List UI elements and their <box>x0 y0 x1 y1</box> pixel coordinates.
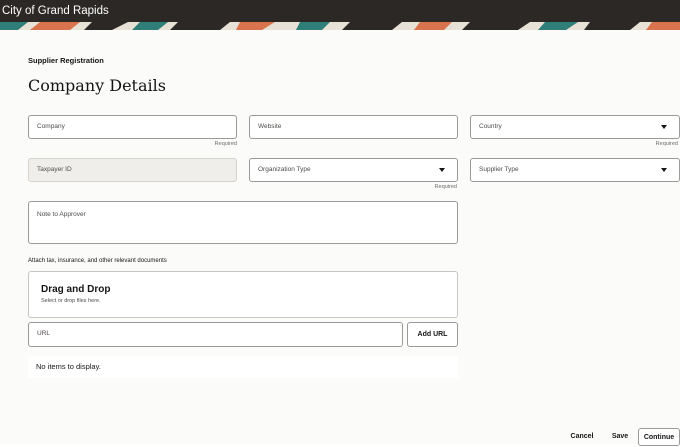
app-header: City of Grand Rapids <box>0 0 680 22</box>
website-label: Website <box>258 123 282 130</box>
url-placeholder: URL <box>37 330 51 337</box>
chevron-down-icon <box>661 125 667 129</box>
country-select[interactable]: Country <box>470 115 680 139</box>
taxpayer-id-field: Taxpayer ID <box>28 158 237 182</box>
country-required-hint: Required <box>655 141 678 147</box>
cancel-button[interactable]: Cancel <box>566 428 598 446</box>
organization-type-label: Organization Type <box>258 166 311 173</box>
company-field[interactable]: Company <box>28 115 237 139</box>
chevron-down-icon <box>661 168 667 172</box>
website-field[interactable]: Website <box>249 115 458 139</box>
main-content: Supplier Registration Company Details Co… <box>0 30 680 446</box>
company-label: Company <box>37 123 65 130</box>
app-title: City of Grand Rapids <box>2 5 109 17</box>
attachments-empty-state: No items to display. <box>28 356 458 378</box>
chevron-down-icon <box>439 168 445 172</box>
page-kicker: Supplier Registration <box>28 56 104 65</box>
add-url-button[interactable]: Add URL <box>407 322 458 347</box>
file-dropzone[interactable]: Drag and Drop Select or drop files here. <box>28 271 458 318</box>
note-to-approver-textarea[interactable]: Note to Approver <box>28 201 458 244</box>
save-button[interactable]: Save <box>608 428 632 446</box>
taxpayer-id-label: Taxpayer ID <box>37 166 72 173</box>
company-required-hint: Required <box>214 141 237 147</box>
continue-button[interactable]: Continue <box>638 428 680 446</box>
supplier-type-select[interactable]: Supplier Type <box>470 158 680 182</box>
dropzone-subtitle: Select or drop files here. <box>41 298 101 304</box>
supplier-type-label: Supplier Type <box>479 166 519 173</box>
country-label: Country <box>479 123 502 130</box>
dropzone-title: Drag and Drop <box>41 284 111 295</box>
attachments-label: Attach tax, insurance, and other relevan… <box>28 258 167 264</box>
note-to-approver-label: Note to Approver <box>37 211 86 218</box>
organization-type-select[interactable]: Organization Type <box>249 158 458 182</box>
url-input[interactable]: URL <box>28 322 403 347</box>
organization-type-required-hint: Required <box>434 184 457 190</box>
decorative-banner <box>0 22 680 30</box>
page-title: Company Details <box>28 76 166 95</box>
